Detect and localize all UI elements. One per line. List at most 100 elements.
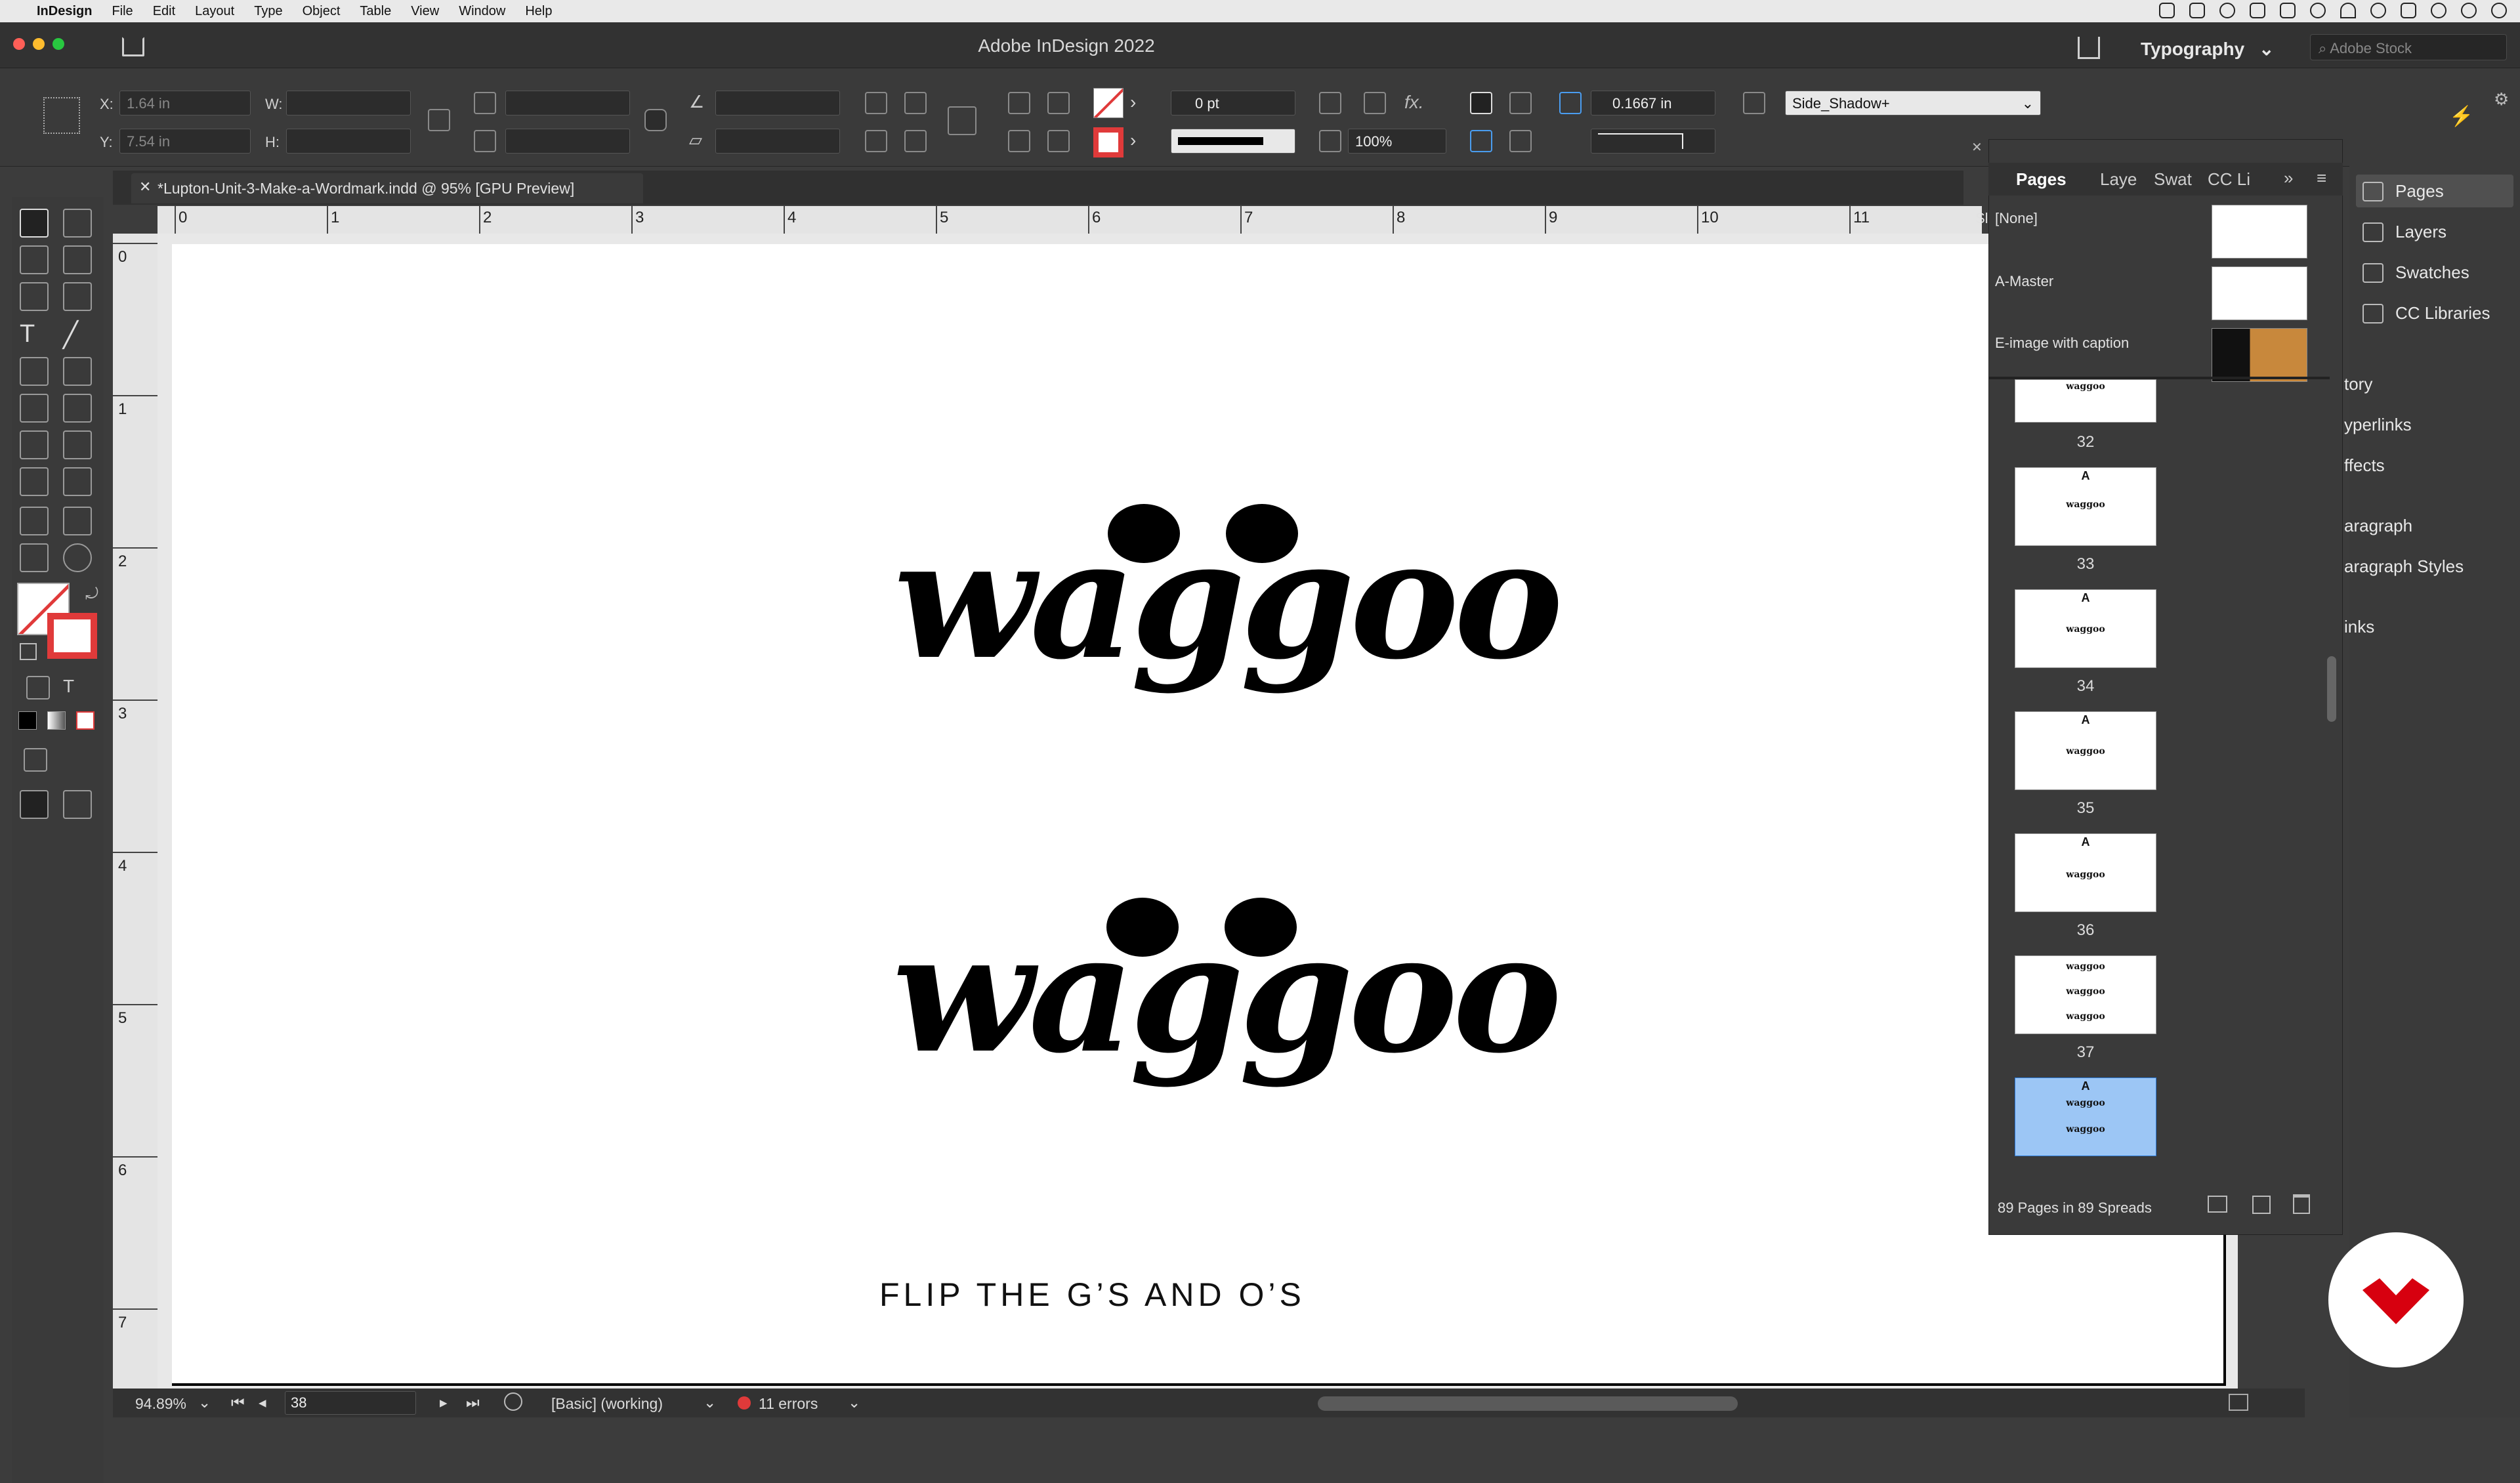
wordmark-top[interactable]: waggoo xyxy=(894,491,1563,688)
share-icon[interactable] xyxy=(2078,37,2100,59)
hand-tool-icon[interactable] xyxy=(20,543,49,572)
pencil-tool-icon[interactable] xyxy=(63,357,92,386)
scale-x-icon[interactable] xyxy=(474,92,496,114)
dock-cc-libraries[interactable]: CC Libraries xyxy=(2362,303,2490,324)
horizontal-ruler[interactable]: 0 1 2 3 4 5 6 7 8 9 10 11 xyxy=(158,206,1982,234)
caption-text[interactable]: FLIP THE G’S AND O’S xyxy=(879,1276,1305,1314)
tray-icon-5[interactable] xyxy=(2280,3,2296,18)
scissors-tool-icon[interactable] xyxy=(20,430,49,459)
rectangle-tool-icon[interactable] xyxy=(63,394,92,423)
drop-shadow-icon[interactable] xyxy=(1470,130,1492,152)
workspace-switcher[interactable]: Typography ⌄ xyxy=(2141,38,2274,60)
normal-view-mode-icon[interactable] xyxy=(20,790,49,819)
x-position-field[interactable]: 1.64 in xyxy=(119,91,251,115)
stroke-swatch[interactable] xyxy=(1093,127,1124,157)
stroke-menu-icon[interactable]: › xyxy=(1130,130,1136,151)
preflight-profile[interactable]: [Basic] (working) xyxy=(551,1395,663,1413)
dock-story[interactable]: tory xyxy=(2344,374,2372,394)
opacity-field[interactable]: 100% xyxy=(1348,129,1446,154)
tray-icon-3[interactable] xyxy=(2219,3,2235,18)
document-page[interactable]: waggoo waggoo xyxy=(172,244,2226,1386)
page-thumb-32[interactable]: waggoo xyxy=(2015,379,2156,423)
last-page-icon[interactable]: ⏭ xyxy=(466,1394,480,1411)
rotate-cw-icon[interactable] xyxy=(865,92,887,114)
frame-fitting-icon[interactable] xyxy=(1364,92,1386,114)
dock-swatches[interactable]: Swatches xyxy=(2362,262,2469,283)
columns-icon[interactable] xyxy=(1509,130,1532,152)
fill-swatch[interactable] xyxy=(1093,88,1124,118)
scale-y-field[interactable] xyxy=(505,129,630,154)
y-position-field[interactable]: 7.54 in xyxy=(119,129,251,154)
control-center-icon[interactable] xyxy=(2401,3,2416,18)
gradient-swatch-tool-icon[interactable] xyxy=(20,467,49,496)
apply-gradient-icon[interactable] xyxy=(47,711,66,730)
expand-panel-icon[interactable]: » xyxy=(2284,168,2293,188)
flip-vertical-icon[interactable] xyxy=(904,130,927,152)
select-container-icon[interactable] xyxy=(1008,92,1030,114)
menu-help[interactable]: Help xyxy=(525,4,552,19)
previous-page-icon[interactable]: ◂ xyxy=(259,1394,266,1411)
page-thumb-36[interactable]: Awaggoo xyxy=(2015,833,2156,912)
rotate-ccw-icon[interactable] xyxy=(904,92,927,114)
page-thumb-34[interactable]: Awaggoo xyxy=(2015,589,2156,668)
content-placer-icon[interactable] xyxy=(63,282,92,311)
menu-view[interactable]: View xyxy=(411,4,439,19)
preview-mode-icon[interactable] xyxy=(63,790,92,819)
link-scale-icon[interactable] xyxy=(644,109,667,131)
direct-selection-tool-icon[interactable] xyxy=(63,209,92,238)
close-tab-icon[interactable]: ✕ xyxy=(139,178,151,196)
shear-angle-icon[interactable]: ▱ xyxy=(689,130,711,152)
tab-layers[interactable]: Laye xyxy=(2100,169,2137,190)
opacity-icon[interactable] xyxy=(1319,130,1341,152)
eyedropper-tool-icon[interactable] xyxy=(63,507,92,535)
lightning-icon[interactable]: ⚡ xyxy=(2449,105,2473,128)
menu-window[interactable]: Window xyxy=(459,4,505,19)
page-thumb-33[interactable]: Awaggoo xyxy=(2015,467,2156,546)
dock-hyperlinks[interactable]: yperlinks xyxy=(2344,415,2412,435)
select-content-icon[interactable] xyxy=(1008,130,1030,152)
menu-file[interactable]: File xyxy=(112,4,133,19)
menu-object[interactable]: Object xyxy=(303,4,341,19)
formatting-text-icon[interactable]: T xyxy=(63,676,87,700)
reference-point-icon[interactable] xyxy=(43,97,80,134)
zoom-level[interactable]: 94.89% xyxy=(135,1395,186,1413)
align-center-icon[interactable] xyxy=(1509,92,1532,114)
spotlight-icon[interactable] xyxy=(2370,3,2386,18)
default-colors-icon[interactable] xyxy=(20,643,37,660)
object-style-select[interactable]: Side_Shadow+ ⌄ xyxy=(1785,91,2041,115)
user-icon[interactable] xyxy=(2461,3,2477,18)
note-tool-icon[interactable] xyxy=(20,507,49,535)
formatting-container-icon[interactable] xyxy=(26,676,50,700)
align-left-icon[interactable] xyxy=(1470,92,1492,114)
rotate-angle-icon[interactable]: ∠ xyxy=(689,92,711,114)
menu-layout[interactable]: Layout xyxy=(195,4,234,19)
apply-color-icon[interactable] xyxy=(18,711,37,730)
selection-tool-icon[interactable] xyxy=(20,209,49,238)
scale-x-field[interactable] xyxy=(505,91,630,115)
content-collector-icon[interactable] xyxy=(20,282,49,311)
first-page-icon[interactable]: ⏮ xyxy=(231,1394,245,1411)
stroke-type-select[interactable] xyxy=(1171,129,1295,154)
master-none[interactable]: [None] xyxy=(1995,210,2038,227)
horizontal-scrollbar[interactable] xyxy=(1318,1396,1738,1411)
stroke-color-swatch[interactable] xyxy=(47,613,97,659)
links-state-icon[interactable] xyxy=(24,748,47,772)
shear-field[interactable] xyxy=(715,129,840,154)
focus-icon[interactable] xyxy=(2431,3,2446,18)
type-tool-icon[interactable]: T xyxy=(20,320,49,349)
dock-paragraph-styles[interactable]: aragraph Styles xyxy=(2344,556,2464,577)
delete-page-icon[interactable] xyxy=(2293,1194,2310,1214)
corner-shape-select[interactable] xyxy=(1591,129,1715,154)
apply-none-icon[interactable] xyxy=(76,711,94,730)
gradient-feather-tool-icon[interactable] xyxy=(63,467,92,496)
master-e-image[interactable]: E-image with caption xyxy=(1995,335,2129,352)
dock-effects[interactable]: ffects xyxy=(2344,455,2385,476)
select-next-icon[interactable] xyxy=(1047,130,1070,152)
tab-pages[interactable]: Pages xyxy=(2016,169,2067,190)
page-number-field[interactable]: 38 xyxy=(285,1391,416,1415)
width-field[interactable] xyxy=(286,91,411,115)
page-tool-icon[interactable] xyxy=(20,245,49,274)
corner-options-icon[interactable] xyxy=(1559,92,1582,114)
tray-icon-4[interactable] xyxy=(2250,3,2265,18)
chevron-down-icon[interactable]: ⌄ xyxy=(198,1394,211,1411)
